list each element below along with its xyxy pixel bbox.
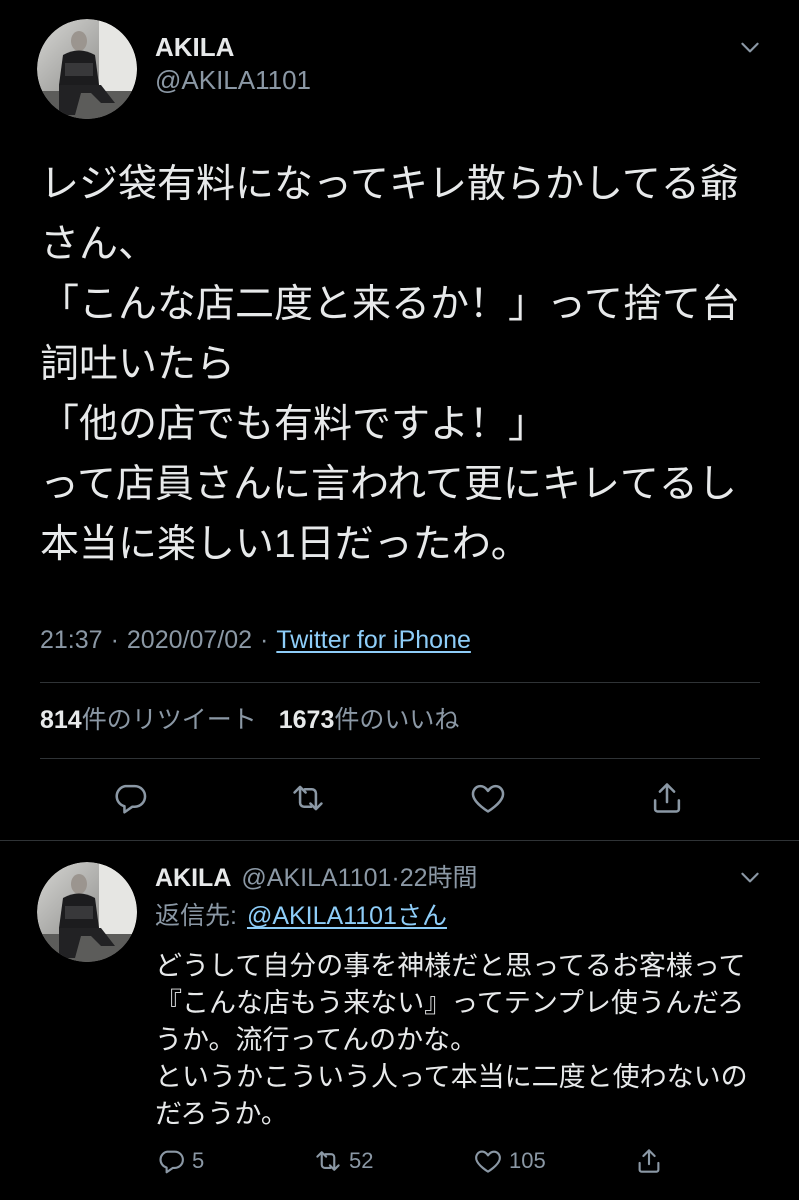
tweet-text-line: どうして自分の事を神様だと思ってるお客様って: [155, 951, 746, 981]
like-label: 件のいいね: [334, 706, 460, 734]
reply-icon[interactable]: [111, 779, 149, 817]
retweet-icon[interactable]: [289, 779, 327, 817]
reply-to-label: 返信先:: [155, 902, 237, 930]
tweet-text-line: さん、: [40, 223, 158, 266]
like-button[interactable]: 105: [473, 1145, 546, 1177]
reply-count: 5: [192, 1148, 205, 1173]
like-count: 1673: [278, 706, 335, 734]
avatar[interactable]: [37, 862, 137, 962]
retweet-count: 814: [40, 706, 82, 734]
like-count: 105: [509, 1148, 546, 1173]
heart-icon[interactable]: [469, 779, 507, 817]
tweet-text-line: レジ袋有料になってキレ散らかしてる爺: [40, 163, 739, 206]
tweet-detail-page: AKILA @AKILA1101 レジ袋有料になってキレ散らかしてる爺 さん、 …: [0, 0, 799, 1200]
tweet-text-line: だろうか。: [155, 1099, 288, 1129]
reply-to-line: 返信先: @AKILA1101さん: [155, 900, 447, 932]
tweet-source-link[interactable]: Twitter for iPhone: [276, 623, 471, 657]
tweet-text-line: 本当に楽しい1日だったわ。: [40, 523, 530, 566]
tweet-time: 21:37: [40, 626, 103, 654]
share-button[interactable]: [634, 1145, 664, 1177]
reply-button[interactable]: 5: [156, 1145, 204, 1177]
retweet-label: 件のリツイート: [81, 706, 257, 734]
share-icon[interactable]: [634, 1146, 664, 1176]
heart-icon[interactable]: [473, 1146, 503, 1176]
retweet-stat[interactable]: 814件のリツイート: [40, 703, 257, 737]
reply-header: AKILA @AKILA1101 · 22時間: [155, 862, 478, 894]
author-name[interactable]: AKILA: [155, 30, 234, 64]
author-handle[interactable]: @AKILA1101: [155, 63, 311, 97]
chevron-down-icon[interactable]: [737, 864, 763, 890]
divider: [40, 758, 760, 759]
share-icon[interactable]: [648, 779, 686, 817]
reply-icon[interactable]: [156, 1146, 186, 1176]
tweet-text-line: 「他の店でも有料ですよ！」: [40, 403, 548, 446]
tweet-text-line: うか。流行ってんのかな。: [155, 1025, 478, 1055]
divider: [0, 840, 799, 841]
like-stat[interactable]: 1673件のいいね: [279, 703, 460, 737]
retweet-count: 52: [349, 1148, 374, 1173]
tweet-date: 2020/07/02: [126, 626, 253, 654]
divider: [40, 682, 760, 683]
tweet-meta: 21:37 · 2020/07/02 · Twitter for iPhone: [40, 623, 471, 657]
chevron-down-icon[interactable]: [737, 34, 763, 60]
tweet-text-line: というかこういう人って本当に二度と使わないの: [155, 1062, 748, 1092]
tweet-text-line: 『こんな店もう来ない』ってテンプレ使うんだろ: [155, 988, 745, 1018]
meta-separator: ·: [260, 626, 269, 654]
retweet-button[interactable]: 52: [313, 1145, 373, 1177]
tweet-text-line: 詞吐いたら: [40, 343, 236, 386]
author-name[interactable]: AKILA: [155, 862, 231, 894]
tweet-stats: 814件のリツイート 1673件のいいね: [40, 703, 459, 737]
meta-separator: ·: [110, 626, 119, 654]
avatar[interactable]: [37, 19, 137, 119]
retweet-icon[interactable]: [313, 1146, 343, 1176]
tweet-text: レジ袋有料になってキレ散らかしてる爺 さん、 「こんな店二度と来るか！」って捨て…: [40, 155, 740, 575]
header-separator: ·: [391, 864, 400, 892]
tweet-time-ago[interactable]: 22時間: [400, 862, 478, 894]
tweet-text-line: 「こんな店二度と来るか！」って捨て台: [40, 283, 741, 326]
author-handle[interactable]: @AKILA1101: [241, 862, 391, 894]
reply-to-mention-link[interactable]: @AKILA1101さん: [247, 900, 447, 932]
tweet-text-line: って店員さんに言われて更にキレてるし: [40, 463, 737, 506]
tweet-text: どうして自分の事を神様だと思ってるお客様って 『こんな店もう来ない』ってテンプレ…: [155, 948, 748, 1133]
